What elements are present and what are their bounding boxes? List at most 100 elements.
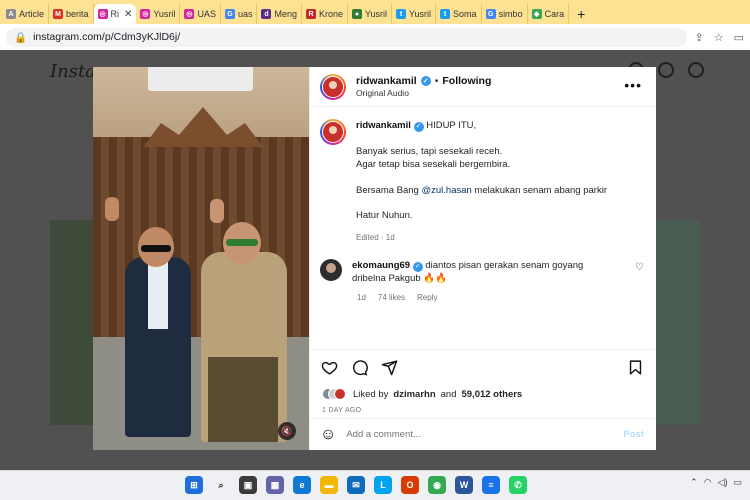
reply-button[interactable]: Reply [417,293,437,302]
browser-tab[interactable]: t Soma [436,4,482,24]
bookmark-star-icon[interactable]: ☆ [714,31,724,44]
browser-tab[interactable]: ● Yusril [348,4,393,24]
browser-tab[interactable]: ◆ Cara [528,4,570,24]
audio-label[interactable]: Original Audio [356,88,491,98]
browser-tab[interactable]: ◎ Ri ✕ [93,4,137,24]
comment-item: ekomaung69 ✓ diantos pisan gerakan senam… [320,259,644,285]
windows-start-icon[interactable]: ⊞ [185,476,203,494]
browser-tab[interactable]: Guas [221,4,258,24]
liked-by-user[interactable]: dzimarhn [393,389,435,400]
heart-icon[interactable] [320,359,338,377]
chrome-icon[interactable]: ◉ [428,476,446,494]
caption-paragraph: Hatur Nuhun. [356,210,413,221]
commenter-username[interactable]: ekomaung69 [352,260,410,271]
browser-tab[interactable]: t Yusril [392,4,437,24]
whatsapp-icon[interactable]: ✆ [509,476,527,494]
likes-count[interactable]: 59,012 others [461,389,522,400]
edge-icon[interactable]: e [293,476,311,494]
browser-tab[interactable]: ◎ UAS [180,4,221,24]
address-bar: 🔒 instagram.com/p/Cdm3yKJlD6j/ ⇪ ☆ ▭ [0,24,750,50]
browser-tab-label: Krone [318,9,344,19]
mail-icon[interactable]: ✉ [347,476,365,494]
detik-favicon: d [261,9,272,19]
browser-tab-label: Article [19,9,45,19]
verified-badge-icon: ✓ [420,76,431,86]
side-panel-icon[interactable]: ▭ [734,31,744,44]
instagram-favicon: ◎ [184,9,195,19]
lock-icon[interactable]: 🔒 [14,31,27,44]
office-icon[interactable]: O [401,476,419,494]
comment-like-icon[interactable]: ♡ [635,262,644,273]
url-text[interactable]: instagram.com/p/Cdm3yKJlD6j/ [33,31,180,43]
url-field[interactable]: 🔒 instagram.com/p/Cdm3yKJlD6j/ [6,27,687,47]
taskbar: ⊞ ⌕ ▣ ▦ e ▬ ✉ L O ◉ W ≡ ✆ ⌃ ◠ ◁) ▭ [0,470,750,500]
wifi-icon[interactable]: ◠ [704,477,712,488]
google-favicon: G [224,9,235,19]
author-username[interactable]: ridwankamil [356,75,417,87]
chat-icon[interactable]: ▦ [266,476,284,494]
comment-input[interactable]: Add a comment... [346,429,613,440]
mute-icon[interactable]: 🔇 [278,422,296,440]
share-icon[interactable]: ⇪ [695,31,704,44]
caption-username[interactable]: ridwankamil [356,120,411,131]
verified-badge-icon: ✓ [413,121,424,132]
search-icon[interactable]: ⌕ [212,476,230,494]
commenter-avatar[interactable] [320,259,342,281]
file-explorer-icon[interactable]: ▬ [320,476,338,494]
post-modal: 🔇 ridwankamil ✓ • Following Original Aud… [93,67,656,450]
word-icon[interactable]: W [455,476,473,494]
verified-badge-icon: ✓ [412,261,423,272]
browser-tab-bar: A Article Mberita ◎ Ri ✕ ◎ Yusril ◎ UAS Guas d Meng R… [0,0,750,24]
browser-tab[interactable]: R Krone [302,4,349,24]
comment-age: 1d [357,293,366,302]
r-favicon: R [305,9,316,19]
mention-link[interactable]: @zul.hasan [421,185,471,196]
browser-tab[interactable]: ◎ Yusril [136,4,181,24]
browser-tab[interactable]: d Meng [257,4,302,24]
comment-icon[interactable] [350,359,368,377]
browser-tab-label: Soma [453,9,477,19]
browser-tab[interactable]: Gsimbo [482,4,528,24]
more-options-icon[interactable]: ••• [624,78,642,92]
maps-favicon: ◆ [531,9,542,19]
chevron-up-icon[interactable]: ⌃ [690,477,698,488]
instagram-favicon: ◎ [97,9,108,19]
comments-area: ridwankamil ✓ HIDUP ITU, Banyak serius, … [310,107,656,349]
caption: ridwankamil ✓ HIDUP ITU, Banyak serius, … [320,119,644,244]
system-tray: ⌃ ◠ ◁) ▭ [690,477,742,488]
post-comment-button[interactable]: Post [623,429,644,440]
volume-icon[interactable]: ◁) [718,477,728,488]
browser-tab[interactable]: A Article [2,4,50,24]
new-tab-button[interactable]: + [569,4,593,24]
battery-icon[interactable]: ▭ [733,477,742,488]
post-actions [310,349,656,385]
notepad-icon[interactable]: ≡ [482,476,500,494]
twitter-favicon: t [396,9,407,19]
close-tab-icon[interactable]: ✕ [124,9,132,20]
activity-icon[interactable] [688,62,704,78]
browser-tab-label: simbo [498,9,523,19]
browser-tab-label: Cara [544,9,565,19]
gmail-favicon: M [53,9,64,19]
air-conditioner-image [148,67,253,91]
browser-tab[interactable]: Mberita [49,4,94,24]
author-avatar[interactable] [320,119,346,145]
emoji-icon[interactable]: ☺ [320,426,336,444]
share-icon[interactable] [380,359,398,377]
following-button[interactable]: Following [442,75,491,87]
lasso-app-icon[interactable]: L [374,476,392,494]
bookmark-icon[interactable] [626,359,644,377]
explore-icon[interactable] [658,62,674,78]
author-avatar[interactable] [320,73,346,100]
comment-likes[interactable]: 74 likes [378,293,405,302]
task-view-icon[interactable]: ▣ [239,476,257,494]
post-video[interactable]: 🔇 [93,67,309,450]
google-favicon: G [485,9,496,19]
twitter-favicon: t [440,9,451,19]
liker-avatars[interactable] [322,388,346,400]
background-thumbnail [50,220,94,425]
caption-paragraph: Banyak serius, tapi sesekali receh. Agar… [356,145,511,171]
browser-tab-label: Yusril [409,9,432,19]
liked-by: Liked by dzimarhn and 59,012 others [310,385,656,403]
caption-paragraph: Bersama Bang @zul.hasan melakukan senam … [356,184,607,196]
